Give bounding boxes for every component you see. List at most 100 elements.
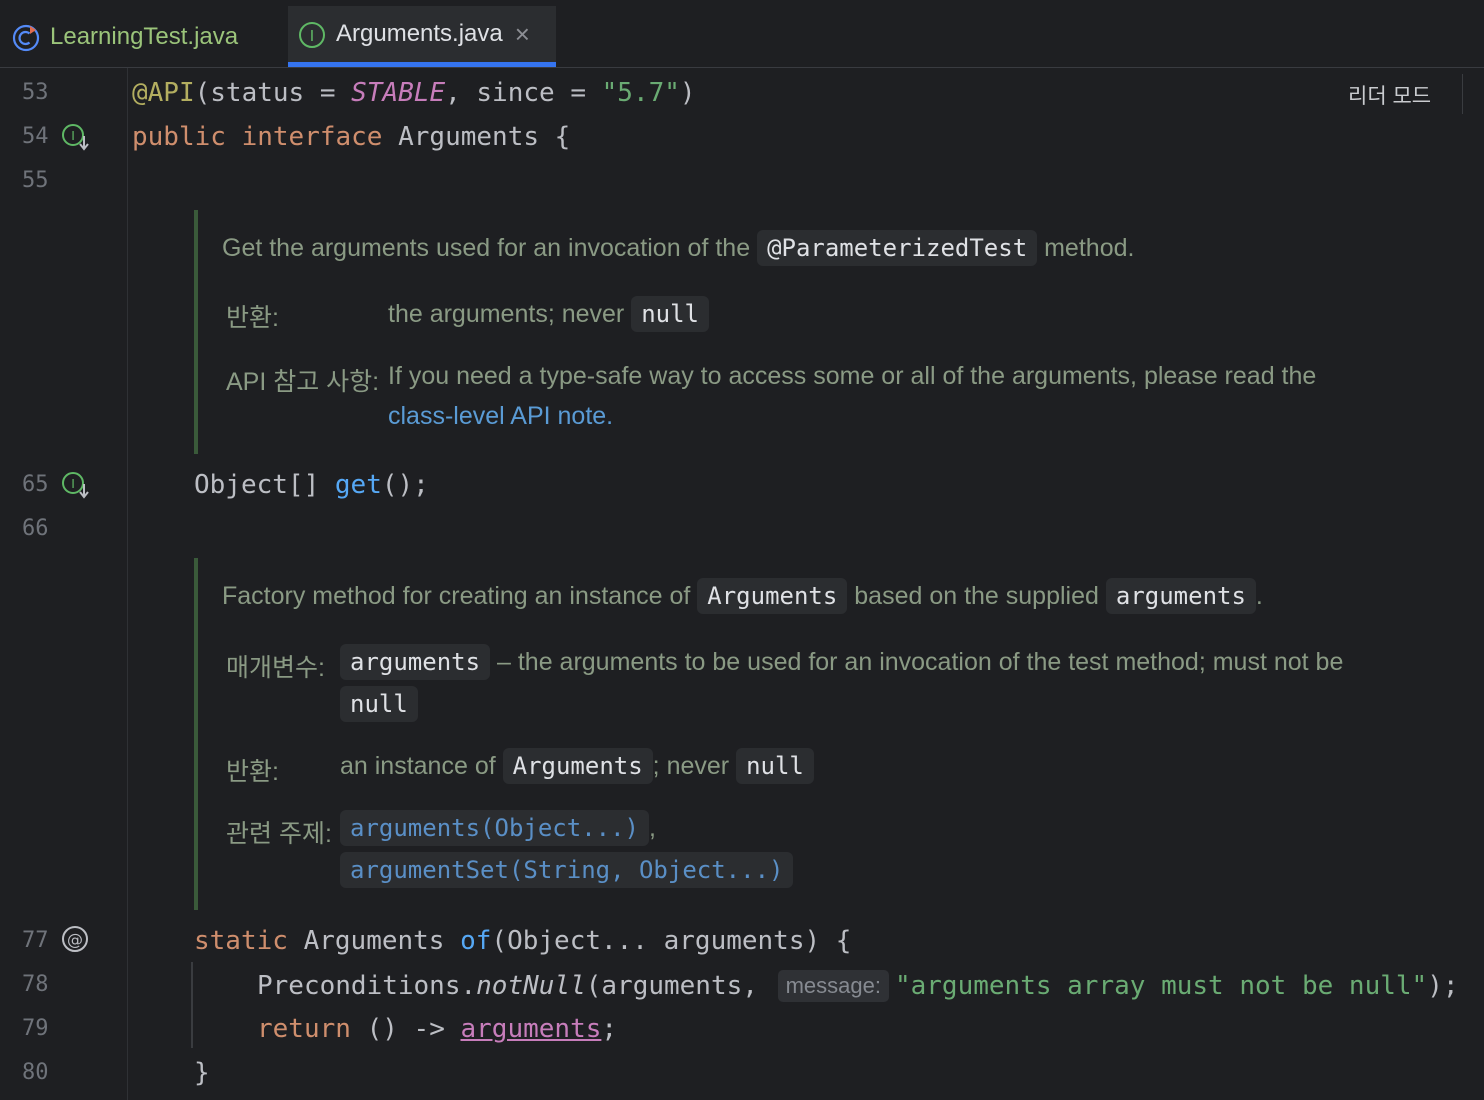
- line-number: 77: [22, 928, 49, 953]
- svg-text:I: I: [71, 128, 75, 143]
- indent-guide: [191, 962, 193, 1048]
- code-text: Arguments: [287, 926, 461, 956]
- close-icon[interactable]: ×: [515, 21, 530, 47]
- doc-text: Get the arguments used for an invocation…: [222, 234, 751, 262]
- code-text: , since =: [445, 78, 602, 108]
- code-text: () ->: [350, 1014, 461, 1044]
- interface-icon: I: [298, 21, 325, 48]
- keyword: return: [257, 1014, 351, 1044]
- doc-text: .: [606, 402, 614, 430]
- code-line-77: static Arguments of(Object... arguments)…: [194, 926, 851, 956]
- string-literal: "arguments array must not be null": [894, 971, 1428, 1001]
- code-text: Object[]: [194, 470, 335, 500]
- method-call: notNull: [476, 971, 586, 1001]
- code-text: Preconditions.: [257, 971, 477, 1001]
- code-line-54: public interface Arguments {: [132, 122, 570, 152]
- code-text: (arguments,: [585, 971, 758, 1001]
- keyword: public: [132, 122, 226, 152]
- code-line-78: Preconditions.notNull(arguments, message…: [257, 970, 1459, 1002]
- doc-text: – the arguments to be used for an invoca…: [497, 648, 1344, 676]
- doc-returns-label: 반환:: [226, 304, 279, 332]
- doc-code: null: [736, 748, 814, 784]
- doc-text: Factory method for creating an instance …: [222, 582, 691, 610]
- doc-param-text-cont: null: [340, 686, 418, 722]
- tab-label: LearningTest.java: [50, 22, 239, 50]
- method-name: get: [334, 470, 382, 500]
- doc-see-label: 관련 주제:: [226, 820, 332, 848]
- doc-returns-label: 반환:: [226, 758, 279, 786]
- doc-text: method.: [1044, 234, 1135, 262]
- doc-params-label: 매개변수:: [226, 654, 325, 682]
- line-number: 65: [22, 472, 49, 497]
- implemented-interface-icon[interactable]: I: [60, 122, 92, 154]
- line-number: 54: [22, 124, 49, 149]
- doc-text: an instance of: [340, 752, 496, 780]
- string-literal: "5.7": [601, 78, 680, 108]
- javadoc-block-of: Factory method for creating an instance …: [194, 558, 1468, 910]
- code-text: ;: [601, 1014, 618, 1044]
- doc-code: Arguments: [697, 578, 848, 614]
- parameter-hint: message:: [777, 970, 889, 1002]
- doc-code: arguments: [1105, 578, 1256, 614]
- doc-param-text: arguments – the arguments to be used for…: [340, 644, 1343, 680]
- code-text: ): [679, 78, 696, 108]
- line-number: 78: [22, 972, 49, 997]
- method-name: of: [460, 926, 492, 956]
- svg-text:@: @: [67, 930, 83, 949]
- code-line-53: @API(status = STABLE, since = "5.7"): [132, 78, 696, 108]
- doc-text: .: [1255, 582, 1263, 610]
- reader-mode-button[interactable]: 리더 모드: [1348, 80, 1431, 110]
- doc-code: @ParameterizedTest: [757, 230, 1038, 266]
- doc-see-links: arguments(Object...),: [340, 810, 656, 846]
- editor-tab-bar: LearningTest.java I Arguments.java ×: [0, 0, 1484, 68]
- doc-description: Get the arguments used for an invocation…: [222, 230, 1134, 266]
- doc-text: ,: [648, 814, 656, 842]
- doc-returns-text: the arguments; never null: [388, 296, 709, 332]
- doc-returns-text: an instance of Arguments; never null: [340, 748, 814, 784]
- code-text: (status =: [194, 78, 352, 108]
- line-number: 79: [22, 1016, 49, 1041]
- doc-see-links-cont: argumentSet(String, Object...): [340, 852, 794, 888]
- code-text: Arguments {: [382, 122, 571, 152]
- doc-text: the arguments; never: [388, 300, 625, 328]
- doc-code: arguments: [340, 644, 491, 680]
- svg-text:I: I: [71, 476, 75, 491]
- svg-text:I: I: [310, 28, 314, 45]
- line-number: 66: [22, 516, 49, 541]
- tab-arguments[interactable]: I Arguments.java ×: [288, 6, 556, 67]
- divider: [1462, 74, 1463, 114]
- javadoc-block-get: Get the arguments used for an invocation…: [194, 210, 1468, 454]
- annotation: @API: [132, 78, 195, 108]
- doc-apinote-label: API 참고 사항:: [226, 368, 380, 396]
- class-run-icon: [12, 24, 40, 51]
- see-link-arguments[interactable]: arguments(Object...): [340, 810, 649, 846]
- keyword: static: [194, 926, 288, 956]
- doc-apinote-link-line: class-level API note.: [388, 402, 613, 431]
- class-level-api-note-link[interactable]: class-level API note: [388, 402, 606, 430]
- line-number: 55: [22, 168, 49, 193]
- code-text: );: [1427, 971, 1459, 1001]
- line-number: 53: [22, 80, 49, 105]
- tab-learningtest[interactable]: LearningTest.java: [0, 6, 288, 67]
- doc-text: based on the supplied: [854, 582, 1099, 610]
- keyword: interface: [241, 122, 383, 152]
- code-line-80: }: [194, 1058, 210, 1088]
- doc-code: null: [340, 686, 418, 722]
- doc-apinote-text: If you need a type-safe way to access so…: [388, 362, 1317, 390]
- line-number: 80: [22, 1060, 49, 1085]
- code-text: (Object... arguments) {: [491, 926, 852, 956]
- tab-label: Arguments.java: [336, 20, 503, 47]
- captured-variable: arguments: [460, 1014, 602, 1044]
- editor-gutter: 53 54 I 55 65 I 66 77 @ 78 79 80: [0, 68, 128, 1100]
- doc-text: ; never: [652, 752, 730, 780]
- code-line-79: return () -> arguments;: [257, 1014, 617, 1044]
- code-text: ();: [381, 470, 429, 500]
- doc-code: null: [631, 296, 709, 332]
- doc-description: Factory method for creating an instance …: [222, 578, 1263, 614]
- doc-code: Arguments: [502, 748, 653, 784]
- code-line-65: Object[] get();: [194, 470, 429, 500]
- see-link-argumentset[interactable]: argumentSet(String, Object...): [340, 852, 794, 888]
- constant: STABLE: [351, 78, 446, 108]
- annotation-at-icon[interactable]: @: [60, 924, 92, 956]
- implemented-method-icon[interactable]: I: [60, 470, 92, 502]
